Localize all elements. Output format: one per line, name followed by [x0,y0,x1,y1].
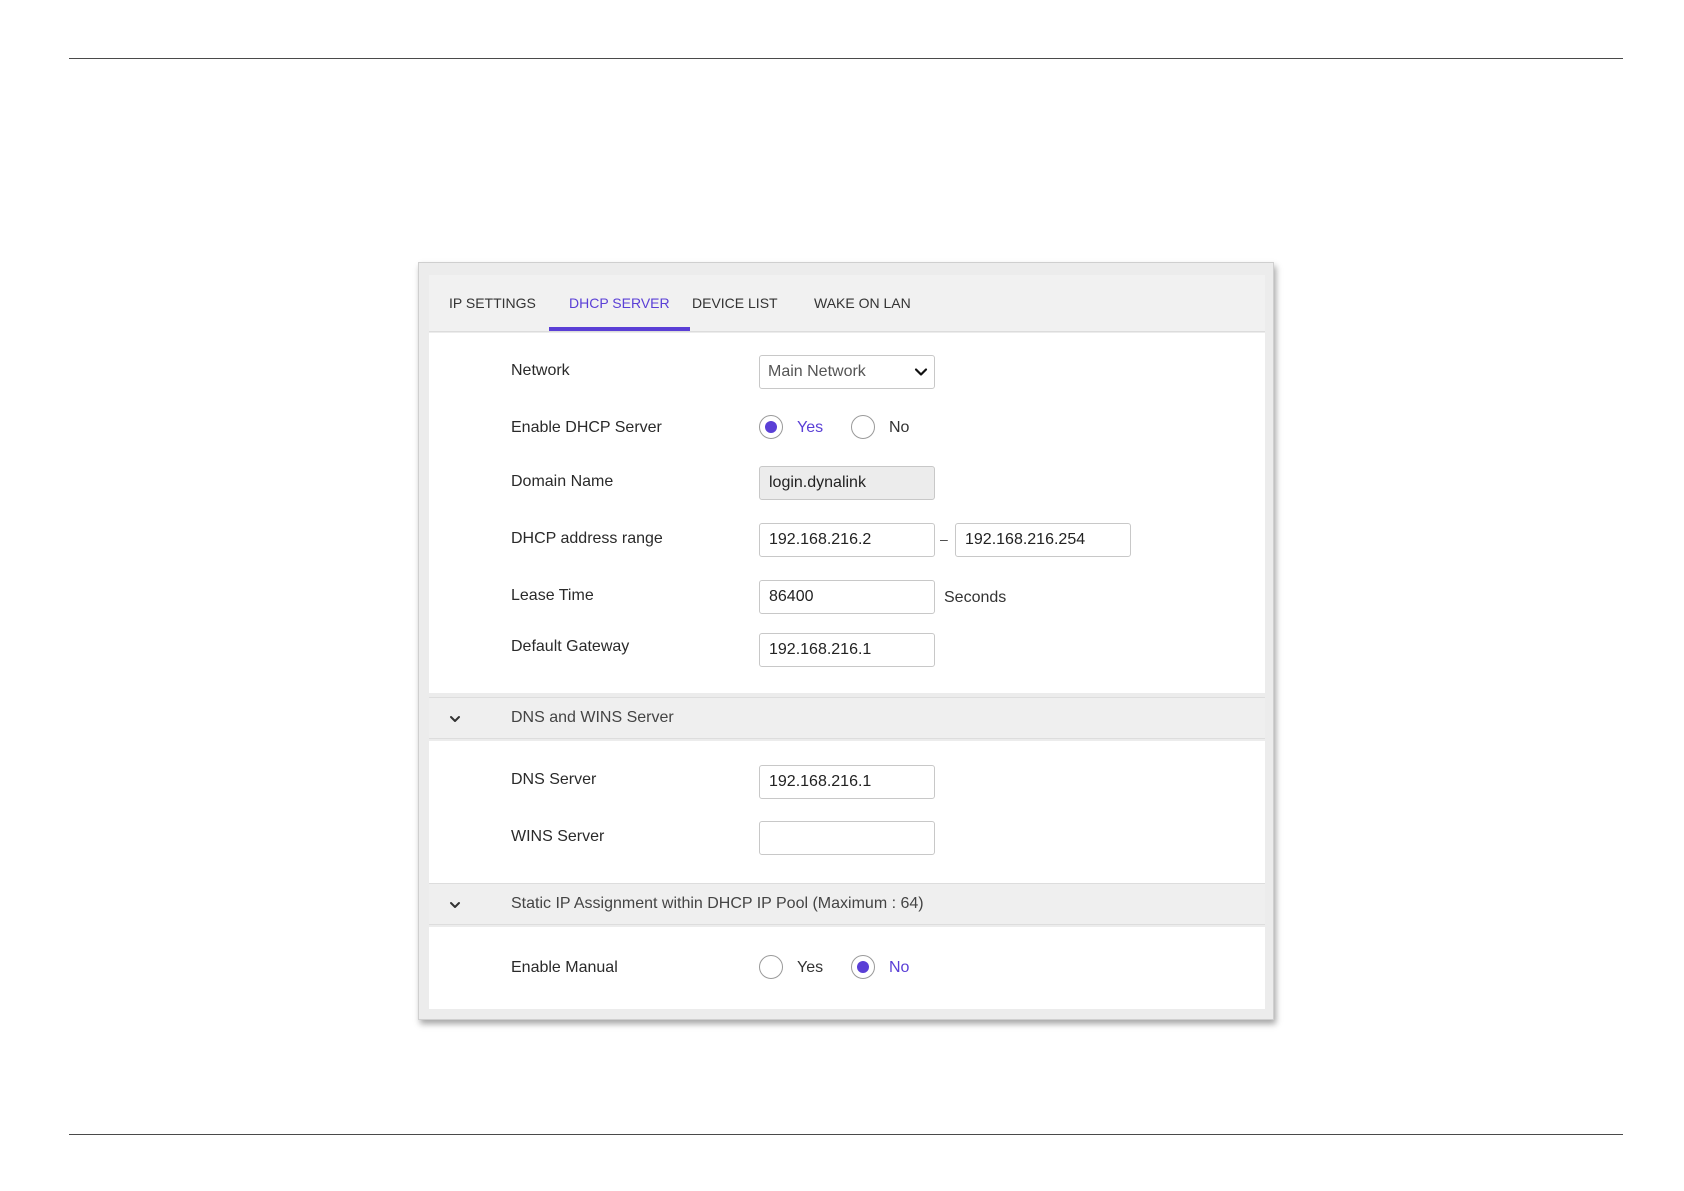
network-select-value: Main Network [768,363,866,380]
footer-rule [69,1134,1623,1135]
lease-time-label: Lease Time [511,587,594,604]
dhcp-range-start-input[interactable]: 192.168.216.2 [759,523,935,557]
wins-server-input[interactable] [759,821,935,855]
dns-wins-group-header[interactable]: DNS and WINS Server [429,697,1265,739]
enable-manual-label: Enable Manual [511,959,618,976]
dns-server-input[interactable]: 192.168.216.1 [759,765,935,799]
dhcp-range-end-input[interactable]: 192.168.216.254 [955,523,1131,557]
domain-name-field: login.dynalink [759,466,935,500]
enable-dhcp-yes-label[interactable]: Yes [797,419,823,437]
chevron-down-icon [450,716,460,722]
enable-manual-no-label[interactable]: No [889,959,909,977]
enable-dhcp-no-label[interactable]: No [889,419,909,437]
enable-manual-no-radio[interactable] [851,955,875,979]
range-separator: – [940,531,948,547]
chevron-down-icon [450,902,460,908]
domain-name-label: Domain Name [511,473,614,490]
tab-wake-on-lan[interactable]: WAKE ON LAN [814,275,911,331]
enable-manual-yes-label[interactable]: Yes [797,959,823,977]
header-rule [69,58,1623,59]
lease-time-input[interactable]: 86400 [759,580,935,614]
wins-server-label: WINS Server [511,828,605,845]
dhcp-range-label: DHCP address range [511,530,663,547]
enable-manual-yes-radio[interactable] [759,955,783,979]
static-ip-group-title: Static IP Assignment within DHCP IP Pool… [511,895,924,912]
tab-device-list[interactable]: DEVICE LIST [692,275,778,331]
network-label: Network [511,362,570,379]
network-select[interactable]: Main Network [759,355,935,389]
tab-ip-settings[interactable]: IP SETTINGS [449,275,536,331]
dns-server-label: DNS Server [511,771,597,788]
lease-time-unit: Seconds [944,589,1007,606]
static-ip-section: Enable Manual Yes No [429,927,1265,1009]
dhcp-basic-section: Network Main Network Enable DHCP Server … [429,333,1265,693]
dhcp-settings-panel: IP SETTINGS DHCP SERVER DEVICE LIST WAKE… [418,262,1274,1020]
enable-dhcp-yes-radio[interactable] [759,415,783,439]
dns-wins-group-title: DNS and WINS Server [511,709,674,726]
enable-dhcp-no-radio[interactable] [851,415,875,439]
default-gateway-label: Default Gateway [511,638,630,655]
default-gateway-input[interactable]: 192.168.216.1 [759,633,935,667]
tab-dhcp-server[interactable]: DHCP SERVER [549,275,690,331]
enable-dhcp-label: Enable DHCP Server [511,419,662,436]
chevron-down-icon [914,368,928,376]
static-ip-group-header[interactable]: Static IP Assignment within DHCP IP Pool… [429,883,1265,925]
tab-bar: IP SETTINGS DHCP SERVER DEVICE LIST WAKE… [429,275,1265,332]
dns-wins-section: DNS Server 192.168.216.1 WINS Server [429,741,1265,883]
